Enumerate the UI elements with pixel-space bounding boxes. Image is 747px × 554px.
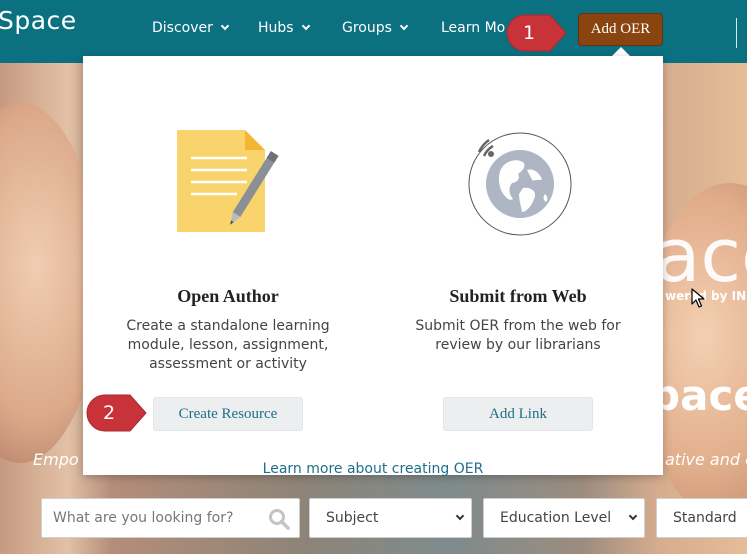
globe-icon bbox=[468, 132, 572, 236]
add-link-button[interactable]: Add Link bbox=[443, 397, 593, 431]
nav-learn-more[interactable]: Learn Mo bbox=[441, 20, 505, 36]
standard-select-value: Standard bbox=[673, 510, 737, 526]
chevron-down-icon bbox=[220, 21, 230, 31]
open-author-title: Open Author bbox=[177, 286, 279, 306]
hero-heading-fragment: ace bbox=[655, 213, 747, 299]
hero-powered-by: wered by IN bbox=[665, 289, 747, 303]
hero-tagline-end: ative and c bbox=[665, 450, 747, 469]
search-box bbox=[41, 498, 300, 538]
submit-from-web-description: Submit OER from the web for review by ou… bbox=[415, 318, 621, 353]
nav-divider bbox=[736, 18, 737, 48]
search-icon[interactable] bbox=[268, 508, 290, 530]
hero-subheading-fragment: pace bbox=[650, 371, 747, 420]
standard-select[interactable]: Standard bbox=[656, 498, 747, 538]
add-oer-button[interactable]: Add OER bbox=[578, 13, 663, 46]
callout-number: 2 bbox=[102, 402, 116, 424]
nav-discover[interactable]: Discover bbox=[152, 20, 230, 36]
nav-hubs[interactable]: Hubs bbox=[258, 20, 310, 36]
chevron-down-icon bbox=[399, 21, 409, 31]
top-navbar: Space Discover Hubs Groups Learn Mo Add … bbox=[0, 0, 747, 63]
nav-discover-label: Discover bbox=[152, 20, 213, 36]
create-resource-button[interactable]: Create Resource bbox=[153, 397, 303, 431]
callout-badge-2: 2 bbox=[84, 392, 148, 434]
subject-select[interactable]: Subject bbox=[309, 498, 472, 538]
callout-badge-1: 1 bbox=[504, 12, 568, 54]
nav-groups[interactable]: Groups bbox=[342, 20, 409, 36]
document-pencil-icon bbox=[177, 130, 279, 232]
chevron-down-icon bbox=[455, 511, 465, 521]
open-author-description: Create a standalone learning module, les… bbox=[126, 318, 330, 372]
chevron-down-icon bbox=[628, 511, 638, 521]
education-level-select[interactable]: Education Level bbox=[483, 498, 645, 538]
hero-tagline-start: Empo bbox=[33, 450, 79, 469]
callout-number: 1 bbox=[522, 22, 536, 44]
nav-groups-label: Groups bbox=[342, 20, 392, 36]
nav-learn-more-label: Learn Mo bbox=[441, 20, 506, 36]
site-logo[interactable]: Space bbox=[0, 6, 77, 35]
search-input[interactable] bbox=[42, 499, 262, 537]
chevron-down-icon bbox=[301, 21, 310, 31]
add-oer-dropdown: Open Author Create a standalone learning… bbox=[83, 56, 663, 477]
nav-hubs-label: Hubs bbox=[258, 20, 294, 36]
learn-more-link[interactable]: Learn more about creating OER bbox=[83, 461, 663, 477]
submit-from-web-title: Submit from Web bbox=[449, 286, 587, 306]
education-level-select-value: Education Level bbox=[500, 510, 612, 526]
mouse-cursor-icon bbox=[691, 288, 705, 308]
subject-select-value: Subject bbox=[326, 510, 379, 526]
